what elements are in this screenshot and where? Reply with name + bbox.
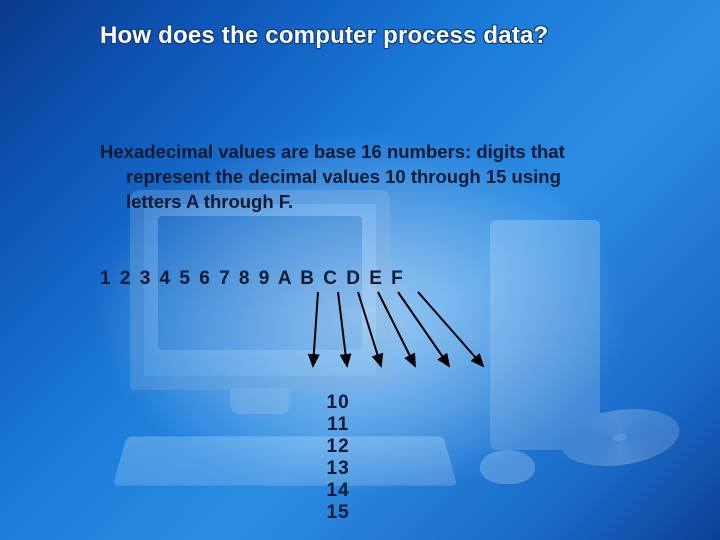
dec-value: 10	[321, 392, 355, 414]
dec-value: 13	[321, 458, 355, 480]
slide-title: How does the computer process data?	[100, 22, 660, 50]
dec-value: 11	[321, 414, 355, 436]
slide: How does the computer process data? Hexa…	[0, 0, 720, 540]
hex-sequence-row: 1 2 3 4 5 6 7 8 9 A B C D E F	[100, 268, 405, 290]
body-text: Hexadecimal values are base 16 numbers: …	[100, 140, 620, 245]
decimal-values-row: 10 11 12 13 14 15	[296, 370, 355, 540]
para-line-1: Hexadecimal values are base 16 numbers: …	[100, 141, 565, 162]
dec-value: 14	[321, 480, 355, 502]
explanation-paragraph: Hexadecimal values are base 16 numbers: …	[100, 140, 620, 215]
para-line-3: letters A through F.	[100, 190, 620, 215]
dec-value: 12	[321, 436, 355, 458]
para-line-2: represent the decimal values 10 through …	[100, 165, 620, 190]
dec-value: 15	[321, 502, 355, 524]
